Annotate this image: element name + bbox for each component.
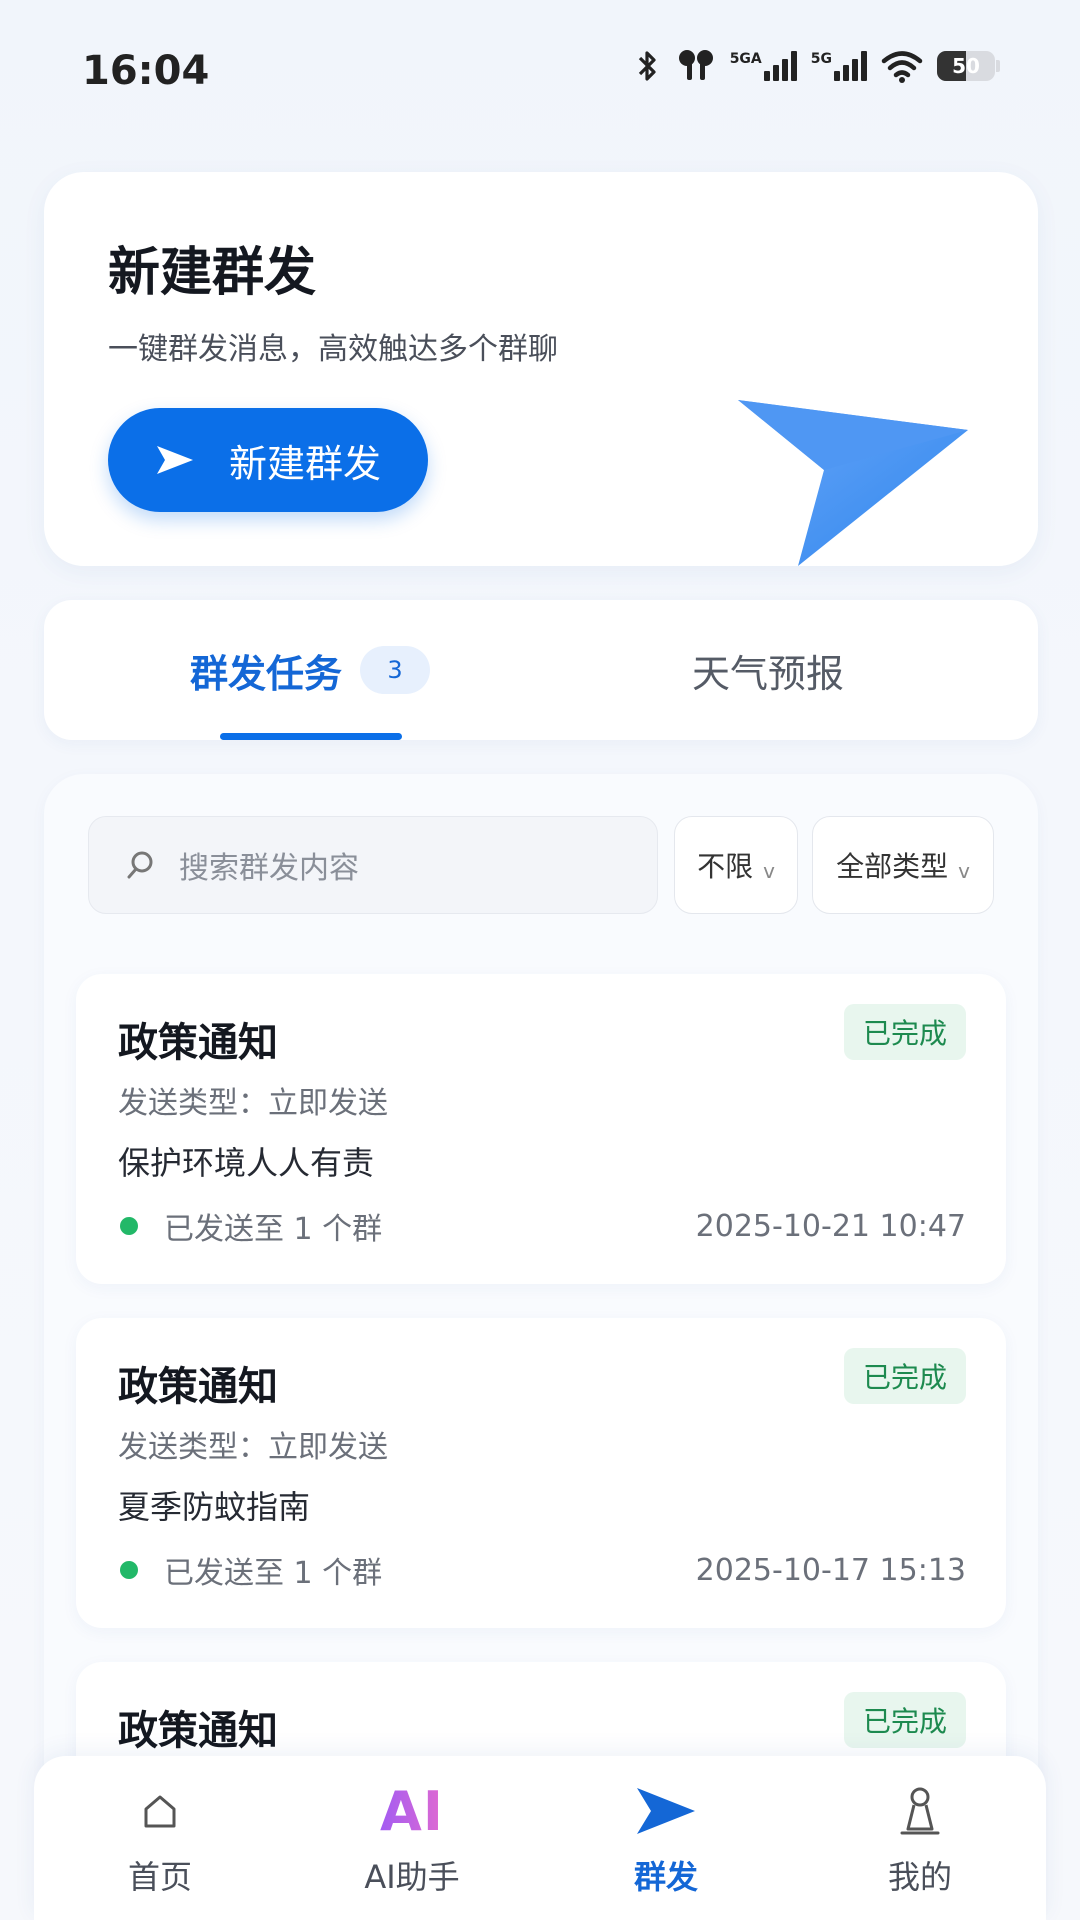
status-bar: 16:04 5GA 5G 50 [0, 0, 1080, 150]
ai-icon: AI [380, 1779, 444, 1843]
task-card[interactable]: 政策通知 已完成 发送类型：立即发送 保护环境人人有责 已发送至 1 个群 20… [76, 974, 1006, 1284]
task-content: 保护环境人人有责 [118, 1144, 375, 1182]
send-icon [156, 446, 193, 474]
task-send-type: 发送类型：立即发送 [118, 1086, 388, 1121]
nav-item-broadcast[interactable]: 群发 [566, 1756, 766, 1920]
task-content: 夏季防蚊指南 [118, 1488, 311, 1526]
task-card[interactable]: 政策通知 已完成 发送类型：立即发送 夏季防蚊指南 已发送至 1 个群 2025… [76, 1318, 1006, 1628]
type-filter-dropdown[interactable]: 全部类型 v [812, 816, 994, 914]
signal-5ga-icon: 5GA [730, 51, 797, 81]
task-sent-count: 已发送至 1 个群 [164, 1212, 383, 1247]
active-tab-indicator [220, 733, 402, 740]
network-type-label: 5G [810, 51, 832, 67]
tab-weather-forecast[interactable]: 天气预报 [692, 600, 844, 740]
tab-broadcast-tasks-label: 群发任务 [190, 651, 343, 696]
task-footer: 已发送至 1 个群 2025-10-21 10:47 [118, 1204, 966, 1248]
task-send-type: 发送类型：立即发送 [118, 1430, 388, 1465]
status-badge: 已完成 [844, 1692, 966, 1748]
user-icon [900, 1787, 940, 1835]
bluetooth-icon [634, 48, 662, 84]
task-count-badge: 3 [360, 646, 431, 694]
nav-label: 群发 [633, 1858, 698, 1896]
paper-plane-illustration [738, 400, 968, 566]
nav-label: 我的 [887, 1858, 952, 1896]
new-broadcast-button-label: 新建群发 [228, 441, 381, 486]
task-list-panel: 搜索群发内容 不限 v 全部类型 v 政策通知 已完成 发送类型：立即发送 保护… [44, 774, 1038, 1920]
status-dot [120, 1217, 138, 1235]
tab-bar: 群发任务 3 天气预报 [44, 600, 1038, 740]
chevron-down-icon: v [763, 859, 775, 883]
status-badge: 已完成 [844, 1004, 966, 1060]
battery-level: 50 [952, 54, 980, 78]
signal-5g-icon: 5G [811, 51, 867, 81]
task-timestamp: 2025-10-17 15:13 [695, 1552, 966, 1588]
new-broadcast-button[interactable]: 新建群发 [108, 408, 428, 512]
status-time: 16:04 [82, 48, 210, 94]
tab-weather-forecast-label: 天气预报 [692, 651, 845, 696]
nav-item-profile[interactable]: 我的 [820, 1756, 1020, 1920]
task-title: 政策通知 [118, 1020, 278, 1066]
screen: 16:04 5GA 5G 50 新建群发 一键群发消息，高效触达多个群聊 新建群… [0, 0, 1080, 1920]
nav-label: 首页 [127, 1858, 192, 1896]
earbuds-icon [676, 48, 716, 84]
type-filter-value: 全部类型 [836, 850, 949, 883]
wifi-icon [881, 49, 923, 83]
status-icons: 5GA 5G 50 [634, 48, 1000, 84]
time-filter-dropdown[interactable]: 不限 v [674, 816, 798, 914]
nav-label: AI助手 [364, 1858, 460, 1896]
status-badge: 已完成 [844, 1348, 966, 1404]
new-broadcast-card: 新建群发 一键群发消息，高效触达多个群聊 新建群发 [44, 172, 1038, 566]
search-icon [127, 851, 153, 879]
chevron-down-icon: v [958, 859, 970, 883]
task-timestamp: 2025-10-21 10:47 [695, 1208, 966, 1244]
battery-icon: 50 [937, 51, 1000, 81]
status-dot [120, 1561, 138, 1579]
bottom-nav: 首页 AI AI助手 群发 我的 [34, 1756, 1046, 1920]
time-filter-value: 不限 [697, 850, 754, 883]
task-title: 政策通知 [118, 1708, 278, 1754]
hero-subtitle: 一键群发消息，高效触达多个群聊 [108, 332, 558, 367]
task-title: 政策通知 [118, 1364, 278, 1410]
search-placeholder: 搜索群发内容 [179, 851, 359, 886]
network-type-label: 5GA [729, 51, 762, 67]
home-icon [144, 1795, 176, 1828]
tab-broadcast-tasks[interactable]: 群发任务 3 [190, 600, 431, 740]
send-icon [637, 1788, 695, 1834]
nav-item-home[interactable]: 首页 [60, 1756, 260, 1920]
task-sent-count: 已发送至 1 个群 [164, 1556, 383, 1591]
nav-item-ai-assistant[interactable]: AI AI助手 [312, 1756, 512, 1920]
task-footer: 已发送至 1 个群 2025-10-17 15:13 [118, 1548, 966, 1592]
hero-title: 新建群发 [108, 243, 317, 303]
search-input[interactable]: 搜索群发内容 [88, 816, 658, 914]
